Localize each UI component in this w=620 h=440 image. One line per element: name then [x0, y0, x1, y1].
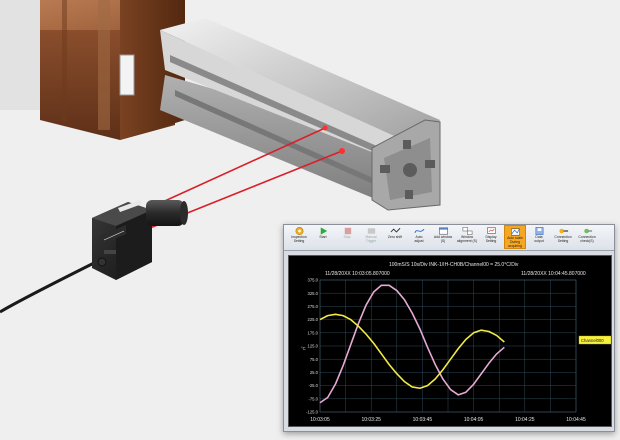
toolbar-button-data-output[interactable]: Data output [528, 225, 550, 249]
x-tick-label: 10:03:05 [310, 417, 330, 423]
toolbar-button-label: Data output [534, 235, 544, 243]
y-axis-ticks: 375.0 325.0 275.0 225.0 175.0 125.0 75.0 25.0 -2… [306, 278, 319, 415]
toolbar-button-label: Auto adjust [414, 235, 424, 243]
channel-label: Channel000 [581, 338, 604, 343]
x-tick-label: 10:03:25 [361, 417, 381, 423]
y-tick-label: 125.0 [308, 344, 319, 349]
toolbar-button-label: Inspection Setting [291, 235, 307, 243]
toolbar-button-label: Zero shift [387, 235, 403, 239]
toolbar-button-add-window[interactable]: Add window (S) [432, 225, 454, 249]
toolbar-button-label: Connection Setting [554, 235, 572, 243]
y-tick-label: 225.0 [308, 317, 319, 322]
toolbar-button-stop[interactable]: Stop [336, 225, 358, 249]
toolbar-button-window-align[interactable]: Window alignment (S) [456, 225, 478, 249]
axis-unit-label: °C [301, 346, 306, 351]
toolbar-button-label: Display Setting [485, 235, 497, 243]
start-timestamp: 11/28/20XX 10:03:05.807000 [325, 271, 390, 277]
y-tick-label: 325.0 [308, 291, 319, 296]
x-tick-label: 10:04:05 [464, 417, 484, 423]
display-header: 100mS/S 10s/Div INK-1/IH-CH0B/Channel00 … [389, 262, 519, 268]
y-tick-label: 275.0 [308, 304, 319, 309]
waveform-display: 100mS/S 10s/Div INK-1/IH-CH0B/Channel00 … [288, 255, 612, 427]
toolbar-button-connection[interactable]: Connection Setting [552, 225, 574, 249]
toolbar-button-connection-check[interactable]: Connection check(S) [576, 225, 598, 249]
toolbar-button-gear[interactable]: Inspection Setting [288, 225, 310, 249]
toolbar-button-label: Stop [343, 235, 351, 239]
y-tick-label: -125.0 [306, 410, 319, 415]
toolbar-button-display[interactable]: Display Setting [480, 225, 502, 249]
waveform-chart: 100mS/S 10s/Div INK-1/IH-CH0B/Channel00 … [301, 262, 611, 423]
toolbar-button-auto-scale[interactable]: Auto scale During acquiring [504, 225, 526, 249]
toolbar-button-zero[interactable]: Zero shift [384, 225, 406, 249]
software-window: Inspection Setting Start Stop Manual Trigge… [283, 224, 615, 432]
y-tick-label: 25.0 [310, 370, 319, 375]
toolbar-button-label: Window alignment (S) [456, 235, 478, 243]
y-tick-label: 175.0 [308, 330, 319, 335]
y-tick-label: -25.0 [308, 383, 318, 388]
x-tick-label: 10:03:45 [413, 417, 433, 423]
y-tick-label: 75.0 [310, 357, 319, 362]
y-tick-label: -75.0 [308, 396, 318, 401]
toolbar-button-label: Manual Trigger [365, 235, 377, 243]
toolbar-button-label: Connection check(S) [578, 235, 596, 243]
toolbar-button-label: Auto scale During acquiring [507, 236, 523, 248]
toolbar-button-label: Add window (S) [433, 235, 453, 243]
x-axis-ticks: 10:03:05 10:03:25 10:03:45 10:04:05 10:04:25… [310, 417, 586, 423]
y-tick-label: 375.0 [308, 278, 319, 283]
toolbar-button-trigger[interactable]: Manual Trigger [360, 225, 382, 249]
x-tick-label: 10:04:45 [566, 417, 586, 423]
toolbar-button-play[interactable]: Start [312, 225, 334, 249]
end-timestamp: 11/28/20XX 10:04:45.807000 [521, 271, 586, 277]
toolbar-button-label: Start [319, 235, 327, 239]
wooden-block [40, 0, 185, 140]
toolbar: Inspection Setting Start Stop Manual Trigge… [284, 225, 614, 251]
x-tick-label: 10:04:25 [515, 417, 535, 423]
toolbar-button-auto-adjust[interactable]: Auto adjust [408, 225, 430, 249]
